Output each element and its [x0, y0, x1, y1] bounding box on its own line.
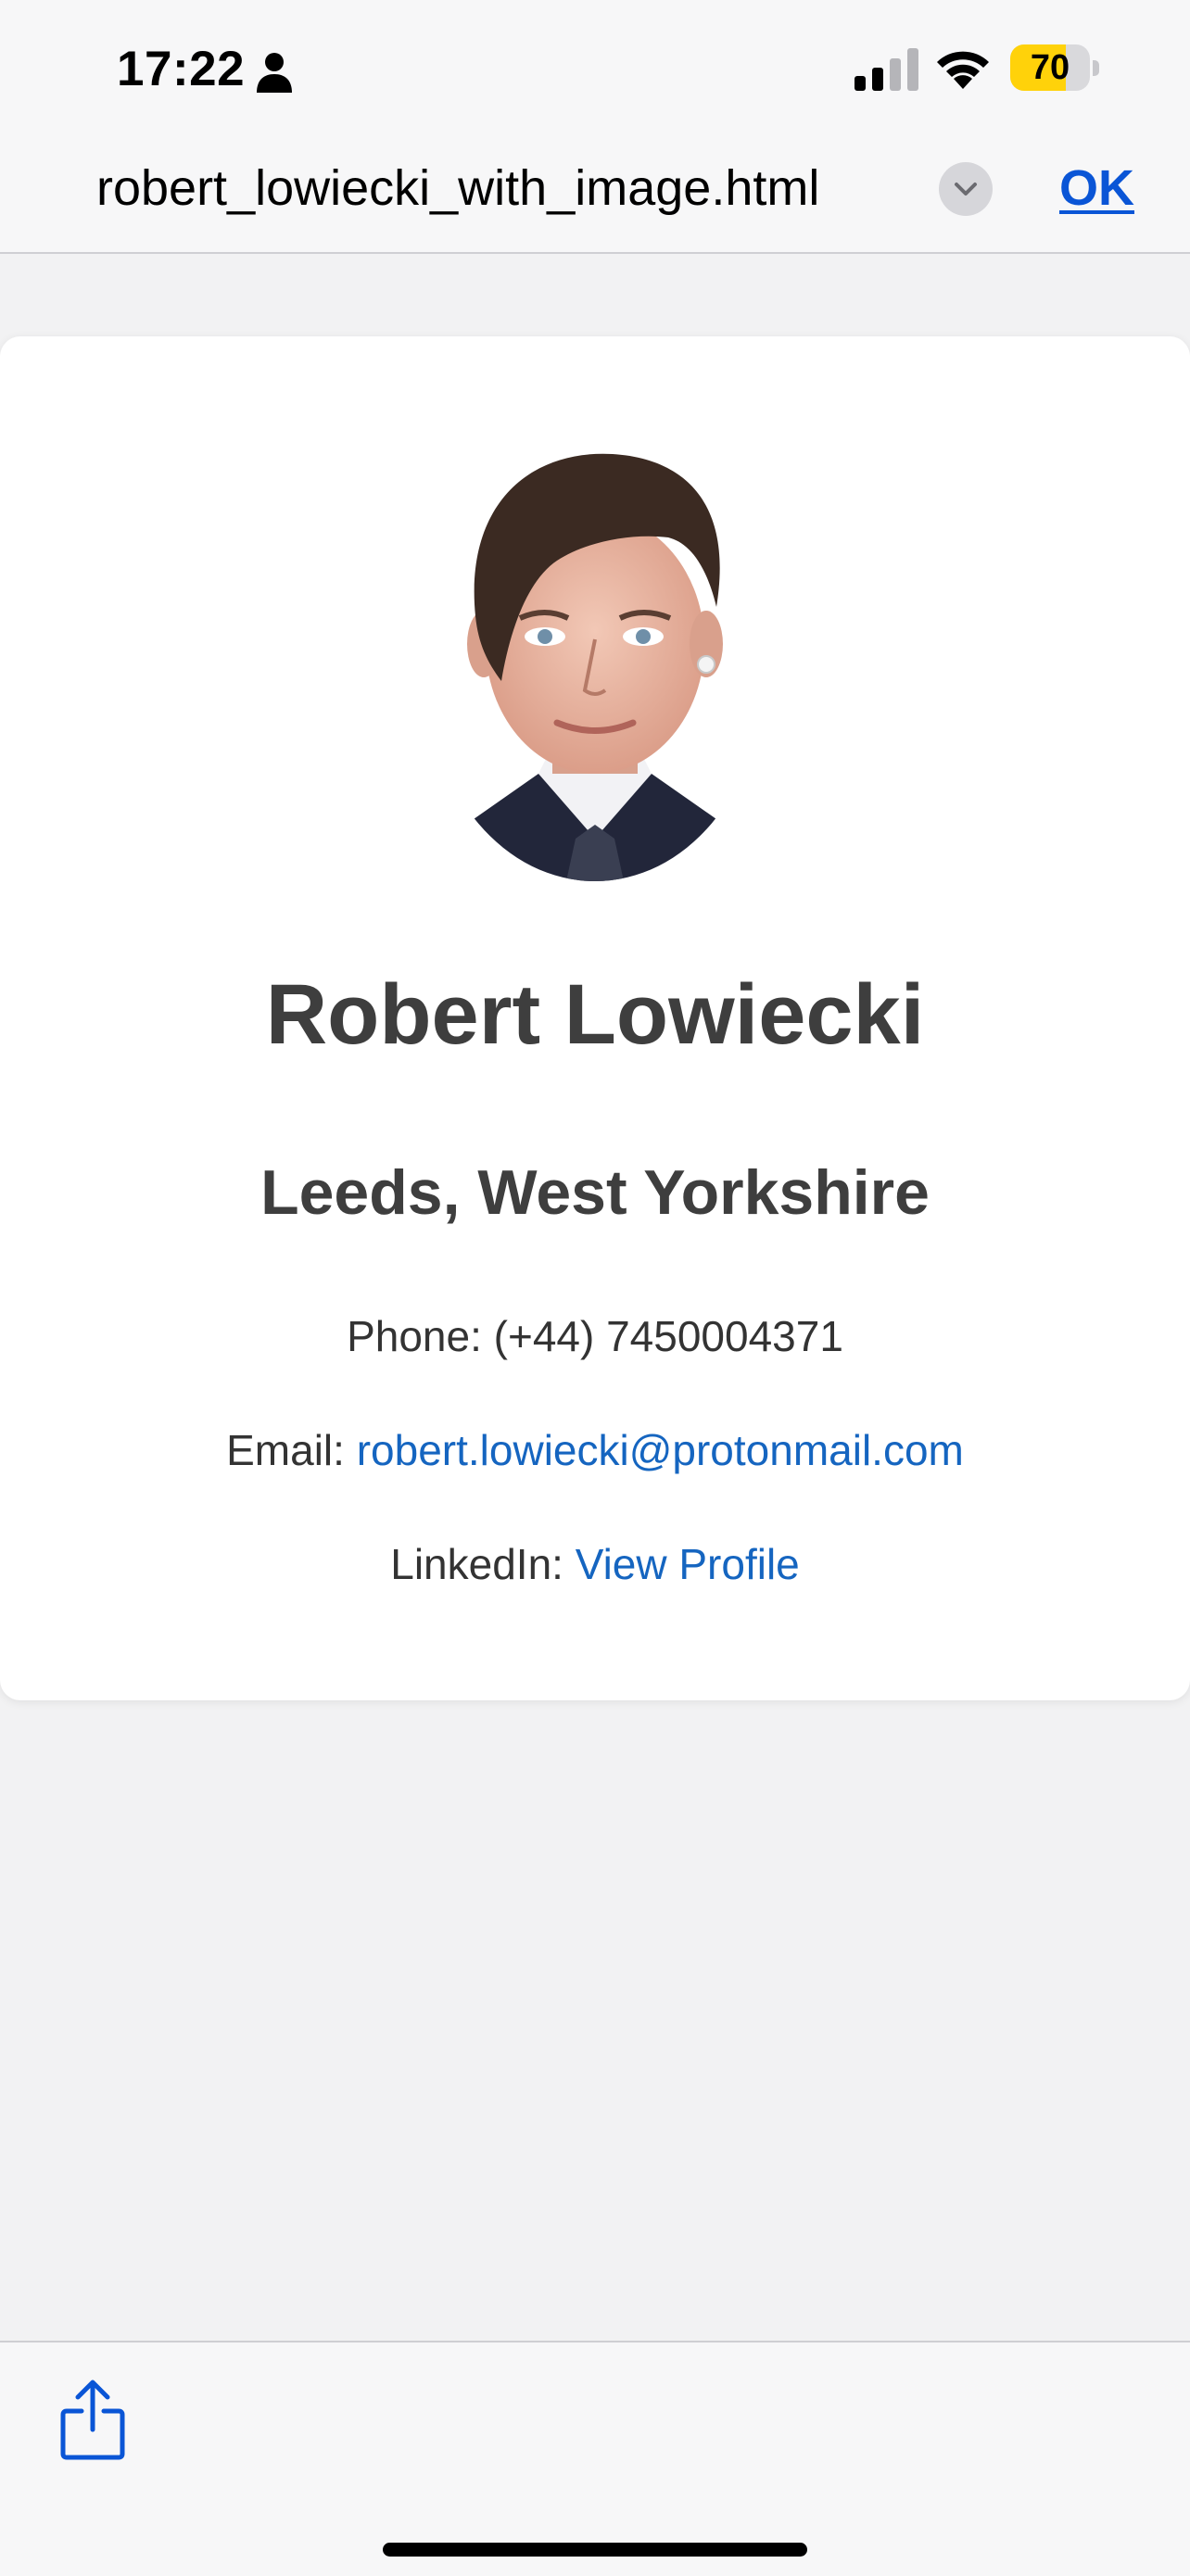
profile-location: Leeds, West Yorkshire — [260, 1157, 930, 1228]
chevron-down-icon — [955, 183, 977, 196]
linkedin-profile-link[interactable]: View Profile — [576, 1540, 800, 1588]
profile-card: Robert Lowiecki Leeds, West Yorkshire Ph… — [0, 336, 1190, 1700]
share-icon[interactable] — [57, 2378, 128, 2461]
phone-number: (+44) 7450004371 — [493, 1312, 843, 1360]
file-title[interactable]: robert_lowiecki_with_image.html — [96, 159, 819, 217]
email-link[interactable]: robert.lowiecki@protonmail.com — [357, 1426, 964, 1474]
person-icon — [257, 53, 292, 93]
phone-label: Phone: — [347, 1312, 482, 1360]
ok-button[interactable]: OK — [1059, 159, 1134, 217]
email-line: Email: robert.lowiecki@protonmail.com — [0, 1425, 1190, 1475]
email-label: Email: — [226, 1426, 345, 1474]
title-menu-button[interactable] — [939, 162, 993, 216]
profile-name: Robert Lowiecki — [265, 967, 925, 1062]
linkedin-label: LinkedIn: — [390, 1540, 563, 1588]
battery-level: 70 — [1030, 48, 1070, 87]
bottom-toolbar — [0, 2341, 1190, 2576]
status-time: 17:22 — [117, 42, 246, 96]
signal-icon — [855, 48, 918, 91]
avatar — [427, 403, 763, 881]
home-indicator[interactable] — [383, 2543, 807, 2557]
wifi-icon — [937, 51, 989, 89]
status-bar: 17:22 70 — [0, 0, 1190, 139]
battery-icon: 70 — [1010, 44, 1099, 91]
phone-line: Phone: (+44) 7450004371 — [0, 1311, 1190, 1361]
linkedin-line: LinkedIn: View Profile — [0, 1539, 1190, 1589]
viewer-header: robert_lowiecki_with_image.html OK — [0, 139, 1190, 254]
